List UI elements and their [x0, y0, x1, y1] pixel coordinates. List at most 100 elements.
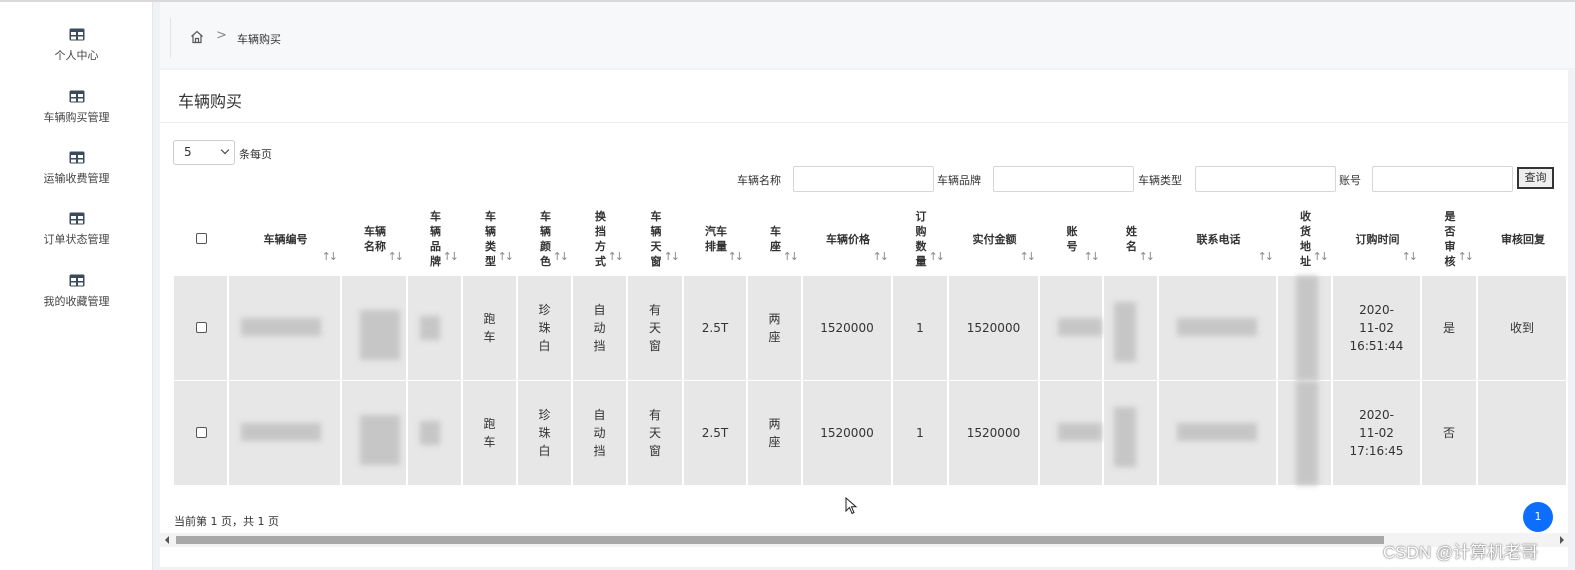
- table-row[interactable]: 跑车 珍珠白 自动挡 有天窗 2.5T 两座 1520000 1 1520000 2020- 11-…: [174, 276, 1568, 380]
- column-header[interactable]: 车辆颜色 ↑↓: [518, 205, 573, 275]
- sidebar-item-vehicle-purchase[interactable]: 车辆购买管理: [0, 90, 153, 125]
- redacted-value: [241, 423, 321, 441]
- table-cell: 2.5T: [684, 276, 748, 380]
- column-label: 审核回复: [1501, 232, 1545, 246]
- sort-icon[interactable]: ↑↓: [1402, 250, 1419, 263]
- account-input[interactable]: [1372, 166, 1513, 192]
- sort-icon[interactable]: ↑↓: [1020, 250, 1037, 263]
- column-label: 车辆编号: [263, 232, 308, 246]
- column-header[interactable]: 汽车 排量 ↑↓: [684, 205, 748, 275]
- column-header[interactable]: 车辆价格 ↑↓: [803, 205, 893, 275]
- sidebar: 个人中心 车辆购买管理 运输收费管理 订单状态管理 我的收藏管理: [0, 2, 153, 570]
- column-header[interactable]: 换挡方式 ↑↓: [573, 205, 628, 275]
- table-icon: [69, 274, 84, 287]
- scroll-right-icon[interactable]: [1560, 536, 1564, 544]
- table-row[interactable]: 跑车 珍珠白 自动挡 有天窗 2.5T 两座 1520000 1 1520000 2020- 11-…: [174, 381, 1568, 485]
- column-header[interactable]: 订购数量 ↑↓: [893, 205, 949, 275]
- table-cell: [174, 381, 229, 485]
- column-header[interactable]: 姓名 ↑↓: [1104, 205, 1159, 275]
- table-cell: [1278, 381, 1333, 485]
- sort-icon[interactable]: ↑↓: [1139, 250, 1156, 263]
- column-header[interactable]: 车辆品牌 ↑↓: [408, 205, 463, 275]
- sort-icon[interactable]: ↑↓: [1458, 250, 1475, 263]
- sort-icon[interactable]: ↑↓: [1084, 250, 1101, 263]
- column-header[interactable]: 是否审核 ↑↓: [1422, 205, 1478, 275]
- sort-icon[interactable]: ↑↓: [929, 250, 946, 263]
- scroll-left-icon[interactable]: [165, 536, 169, 544]
- page-title: 车辆购买: [178, 92, 243, 111]
- redacted-value: [1114, 407, 1136, 467]
- table-cell: 2.5T: [684, 381, 748, 485]
- sort-icon[interactable]: ↑↓: [553, 250, 570, 263]
- sort-icon[interactable]: ↑↓: [1258, 250, 1275, 263]
- column-header[interactable]: 车辆编号 ↑↓: [229, 205, 342, 275]
- row-checkbox[interactable]: [196, 322, 207, 333]
- scrollbar-thumb[interactable]: [176, 536, 1384, 544]
- column-header[interactable]: [174, 205, 229, 275]
- table-cell: 自动挡: [573, 276, 628, 380]
- sort-icon[interactable]: ↑↓: [498, 250, 515, 263]
- sort-icon[interactable]: ↑↓: [664, 250, 681, 263]
- pager-text: 当前第 1 页，共 1 页: [174, 515, 279, 528]
- cell-value-roof: 有天窗: [648, 303, 661, 353]
- table-cell: [1040, 276, 1104, 380]
- divider: [160, 122, 1568, 123]
- watermark: CSDN @计算机老哥: [1383, 543, 1539, 562]
- column-header[interactable]: 账号 ↑↓: [1040, 205, 1104, 275]
- column-header[interactable]: 收货地址 ↑↓: [1278, 205, 1333, 275]
- redacted-value: [1296, 381, 1318, 485]
- redacted-value: [1114, 302, 1136, 362]
- home-icon[interactable]: [190, 30, 204, 44]
- table-cell: 两座: [748, 381, 803, 485]
- vehicle-name-input[interactable]: [793, 166, 934, 192]
- redacted-value: [360, 415, 400, 465]
- column-header[interactable]: 联系电话 ↑↓: [1159, 205, 1278, 275]
- table-icon: [69, 151, 84, 164]
- sort-icon[interactable]: ↑↓: [322, 250, 339, 263]
- column-header[interactable]: 车辆类型 ↑↓: [463, 205, 518, 275]
- breadcrumb: > 车辆购买: [160, 2, 1575, 68]
- sort-icon[interactable]: ↑↓: [728, 250, 745, 263]
- page-size-label: 条每页: [239, 148, 272, 161]
- sidebar-item-personal-center[interactable]: 个人中心: [0, 28, 153, 63]
- table-cell: 收到: [1478, 276, 1568, 380]
- column-header[interactable]: 车座 ↑↓: [748, 205, 803, 275]
- column-header[interactable]: 实付金额 ↑↓: [949, 205, 1040, 275]
- column-header[interactable]: 订购时间 ↑↓: [1333, 205, 1422, 275]
- cell-value-type: 跑车: [483, 417, 496, 449]
- search-button[interactable]: 查询: [1517, 167, 1554, 189]
- sort-icon[interactable]: ↑↓: [873, 250, 890, 263]
- vehicle-type-input[interactable]: [1195, 166, 1336, 192]
- cell-value-paid: 1520000: [966, 321, 1021, 335]
- filter-name-label: 车辆名称: [737, 174, 781, 187]
- select-all-checkbox[interactable]: [196, 233, 207, 244]
- table-cell: 自动挡: [573, 381, 628, 485]
- sidebar-item-favorites[interactable]: 我的收藏管理: [0, 274, 153, 309]
- cell-value-shift: 自动挡: [593, 408, 606, 458]
- column-header[interactable]: 车辆天窗 ↑↓: [628, 205, 684, 275]
- sidebar-item-label: 车辆购买管理: [43, 111, 110, 124]
- page-size-select[interactable]: 5: [173, 140, 235, 165]
- vehicle-brand-input[interactable]: [993, 166, 1134, 192]
- main-card: 车辆购买 5 条每页 车辆名称 车辆品牌 车辆类型 账号 查询 车辆编号 ↑↓ 车辆…: [160, 70, 1568, 567]
- sort-icon[interactable]: ↑↓: [443, 250, 460, 263]
- sort-icon[interactable]: ↑↓: [608, 250, 625, 263]
- table-cell: 跑车: [463, 276, 518, 380]
- sidebar-item-order-status[interactable]: 订单状态管理: [0, 212, 153, 247]
- column-header[interactable]: 审核回复: [1478, 205, 1568, 275]
- sort-icon[interactable]: ↑↓: [388, 250, 405, 263]
- sort-icon[interactable]: ↑↓: [1313, 250, 1330, 263]
- table-cell: 跑车: [463, 381, 518, 485]
- cell-value-shift: 自动挡: [593, 303, 606, 353]
- table-cell: 有天窗: [628, 276, 684, 380]
- page-button[interactable]: 1: [1523, 502, 1553, 532]
- column-label: 订购时间: [1355, 232, 1400, 246]
- breadcrumb-current: 车辆购买: [237, 33, 281, 46]
- table-header: 车辆编号 ↑↓ 车辆 名称 ↑↓ 车辆品牌 ↑↓ 车辆类型 ↑↓ 车辆颜色 ↑↓ 换挡方式 ↑↓ 车辆天窗…: [174, 205, 1568, 275]
- table-cell: 2020- 11-02 17:16:45: [1333, 381, 1422, 485]
- row-checkbox[interactable]: [196, 427, 207, 438]
- sort-icon[interactable]: ↑↓: [783, 250, 800, 263]
- horizontal-scrollbar[interactable]: [160, 533, 1568, 547]
- sidebar-item-transport-fee[interactable]: 运输收费管理: [0, 151, 153, 186]
- column-header[interactable]: 车辆 名称 ↑↓: [342, 205, 408, 275]
